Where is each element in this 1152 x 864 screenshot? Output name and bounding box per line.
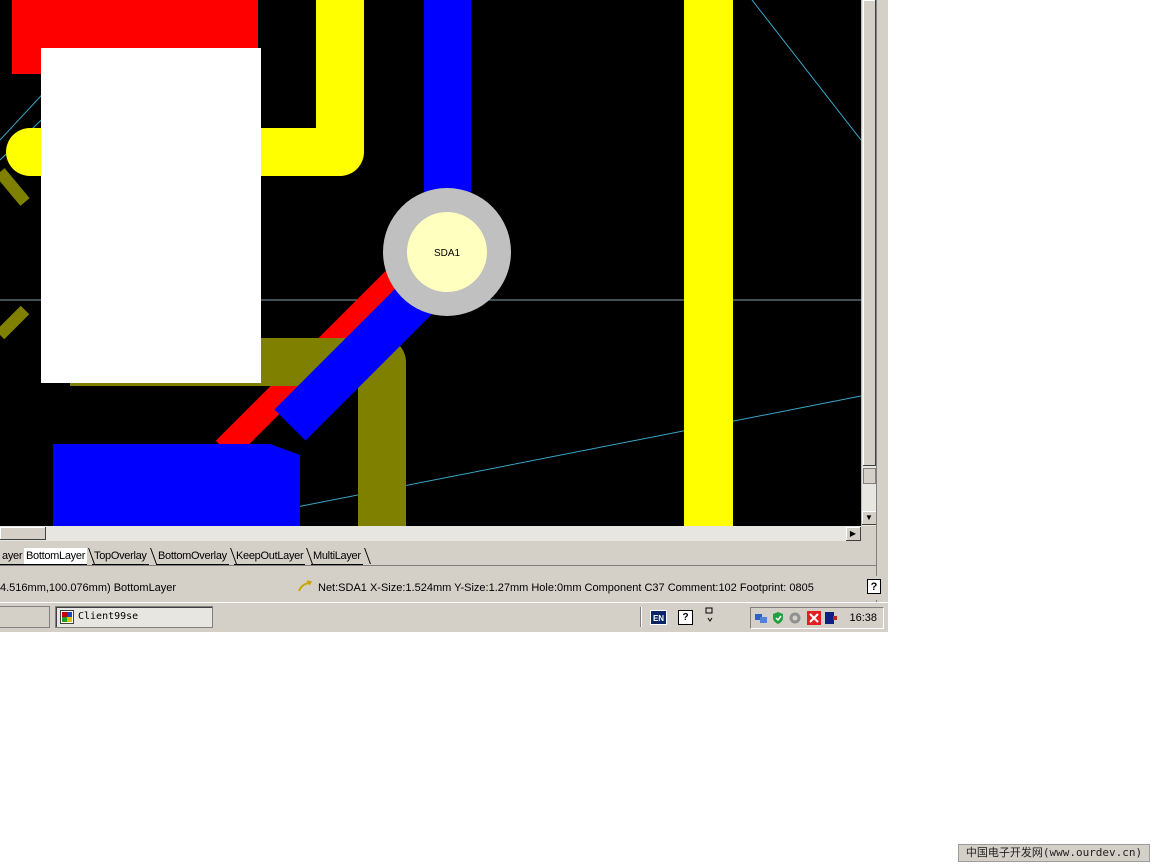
volume-icon[interactable] — [788, 611, 802, 625]
tab-keepout-layer[interactable]: KeepOutLayer — [234, 548, 306, 565]
language-indicator[interactable]: EN — [650, 610, 667, 625]
tab-multi-layer[interactable]: MultiLayer — [311, 548, 363, 565]
horizontal-scrollbar[interactable]: ▶ — [0, 526, 861, 541]
white-highlight-box — [41, 48, 261, 383]
site-watermark: 中国电子开发网(www.ourdev.cn) — [958, 844, 1150, 862]
status-pad-details: Net:SDA1 X-Size:1.524mm Y-Size:1.27mm Ho… — [318, 582, 814, 594]
help-icon[interactable]: ? — [678, 610, 693, 625]
taskbar-button-client99se[interactable]: Client99se — [55, 606, 213, 628]
ime-toggle-icon[interactable] — [704, 607, 716, 627]
taskbar-separator — [640, 607, 642, 627]
app-tray-icon[interactable] — [824, 611, 838, 625]
blue-vertical-trace — [424, 0, 471, 220]
clock: 16:38 — [849, 612, 877, 624]
tab-top-overlay[interactable]: TopOverlay — [92, 548, 149, 565]
window-frame-right — [876, 0, 888, 632]
tab-bottom-overlay[interactable]: BottomOverlay — [156, 548, 229, 565]
pcb-canvas[interactable]: SDA1 — [0, 0, 861, 526]
help-icon[interactable]: ? — [867, 579, 881, 594]
vertical-scroll-marker[interactable] — [863, 468, 876, 484]
ratsnest-line — [751, 0, 861, 141]
tab-bottom-layer[interactable]: BottomLayer — [24, 548, 88, 565]
status-bar: 4.516mm,100.076mm) BottomLayer Net:SDA1 … — [0, 576, 888, 600]
scroll-down-arrow-icon: ▼ — [865, 513, 873, 522]
tab-layer-partial[interactable]: ayer — [0, 548, 25, 565]
vertical-scrollbar[interactable]: ▼ — [861, 0, 877, 526]
horizontal-scroll-thumb[interactable] — [0, 527, 46, 540]
yellow-vertical-trace — [684, 0, 733, 526]
pad-label: SDA1 — [434, 248, 461, 259]
scroll-right-arrow-icon: ▶ — [849, 529, 857, 538]
scroll-down-button[interactable]: ▼ — [862, 511, 877, 525]
antivirus-icon[interactable] — [807, 611, 821, 625]
system-tray: 16:38 — [750, 607, 884, 629]
taskbar-button-label: Client99se — [78, 611, 139, 622]
olive-trace-diagonal — [0, 305, 30, 340]
layer-tabs: ayer BottomLayer TopOverlay BottomOverla… — [0, 545, 876, 566]
taskbar-button-partial[interactable] — [0, 606, 50, 628]
pcb-drawing: SDA1 — [0, 0, 861, 526]
olive-trace-diagonal — [0, 168, 30, 206]
taskbar: Client99se EN ? 16:38 — [0, 602, 888, 632]
vertical-scroll-thumb[interactable] — [863, 0, 876, 466]
shield-icon[interactable] — [771, 611, 785, 625]
network-icon[interactable] — [754, 611, 768, 625]
client99se-icon — [60, 610, 74, 624]
blue-copper-area — [53, 444, 300, 526]
status-coordinates: 4.516mm,100.076mm) BottomLayer — [0, 582, 177, 594]
scroll-right-button[interactable]: ▶ — [846, 527, 861, 541]
protel-window: SDA1 ▼ ▶ ayer BottomLayer TopOverlay Bot… — [0, 0, 888, 632]
net-highlight-icon — [298, 580, 313, 592]
